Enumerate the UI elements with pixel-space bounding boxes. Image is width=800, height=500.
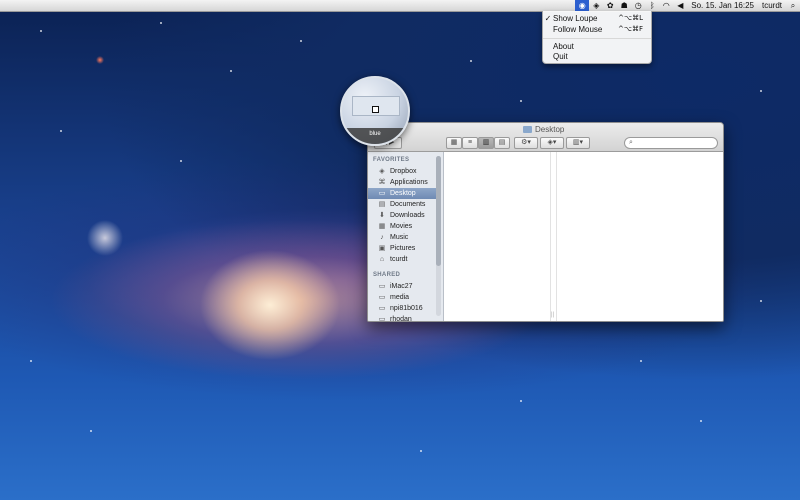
bluetooth-menu-extra[interactable]: ᛒ bbox=[645, 0, 659, 11]
sidebar-item-label: Documents bbox=[390, 201, 426, 208]
folder-icon bbox=[523, 126, 532, 133]
menu-item-show-loupe[interactable]: ✓ Show Loupe ^⌥⌘L bbox=[543, 13, 651, 23]
sidebar-item-label: rhodan bbox=[390, 316, 412, 322]
sidebar-item-label: npi81b016 bbox=[390, 305, 423, 312]
sidebar-item-label: iMac27 bbox=[390, 283, 413, 290]
sidebar-item-documents[interactable]: ▤ Documents bbox=[368, 199, 436, 210]
sidebar-item-rhodan[interactable]: ▭ rhodan bbox=[368, 314, 436, 322]
column-divider[interactable] bbox=[556, 152, 557, 321]
sidebar-item-label: Downloads bbox=[390, 212, 425, 219]
computer-icon: ▭ bbox=[378, 315, 386, 322]
search-input[interactable]: ⌕ bbox=[624, 137, 718, 149]
volume-icon: ◀ bbox=[677, 0, 684, 10]
action-menu-button[interactable]: ⚙▾ bbox=[514, 137, 538, 149]
computer-icon: ▭ bbox=[378, 282, 386, 290]
column-browser[interactable]: || bbox=[444, 152, 723, 321]
checkmark-icon: ✓ bbox=[544, 13, 552, 23]
movies-icon: ▦ bbox=[378, 222, 386, 230]
column-resize-handle[interactable]: || bbox=[551, 312, 554, 318]
sidebar-item-downloads[interactable]: ⬇ Downloads bbox=[368, 210, 436, 221]
spotlight-icon: ⌕ bbox=[790, 0, 796, 10]
loupe-dropdown-menu: ✓ Show Loupe ^⌥⌘L Follow Mouse ^⌥⌘F Abou… bbox=[542, 11, 652, 64]
downloads-icon: ⬇ bbox=[379, 211, 385, 219]
dropbox-menu-extra[interactable]: ◈ bbox=[589, 0, 603, 11]
paw-menu-extra[interactable]: ✿ bbox=[603, 0, 617, 11]
desktop-icon: ▭ bbox=[378, 189, 386, 197]
menu-item-label: Quit bbox=[553, 51, 568, 61]
home-icon: ⌂ bbox=[379, 255, 385, 263]
sidebar-item-label: Pictures bbox=[390, 245, 416, 252]
sidebar-item-label: Dropbox bbox=[390, 168, 417, 175]
sidebar-item-label: tcurdt bbox=[390, 256, 408, 263]
sidebar-item-imac27[interactable]: ▭ iMac27 bbox=[368, 281, 436, 292]
dropbox-icon: ◈ bbox=[593, 0, 600, 10]
sidebar-item-applications[interactable]: ⌘ Applications bbox=[368, 177, 436, 188]
computer-icon: ▭ bbox=[378, 293, 386, 301]
arrange-button[interactable]: ▥▾ bbox=[566, 137, 590, 149]
documents-icon: ▤ bbox=[378, 200, 386, 208]
menubar-clock[interactable]: So. 15. Jan 16:25 bbox=[687, 0, 758, 11]
sidebar-item-label: Desktop bbox=[390, 190, 416, 197]
sidebar-item-media[interactable]: ▭ media bbox=[368, 292, 436, 303]
window-title-text: Desktop bbox=[535, 125, 565, 134]
pictures-icon: ▣ bbox=[378, 244, 386, 252]
finder-sidebar: FAVORITES ◈ Dropbox ⌘ Applications ▭ Des… bbox=[368, 152, 444, 321]
time-machine-icon: ◷ bbox=[634, 0, 642, 10]
sidebar-header-favorites: FAVORITES bbox=[373, 157, 410, 163]
paw-icon: ✿ bbox=[606, 0, 614, 10]
menu-item-follow-mouse[interactable]: Follow Mouse ^⌥⌘F bbox=[543, 24, 651, 34]
sidebar-item-dropbox[interactable]: ◈ Dropbox bbox=[368, 166, 436, 177]
menu-item-shortcut: ^⌥⌘L bbox=[618, 14, 643, 22]
finder-titlebar[interactable]: Desktop ◀ ▶ ▦ ≡ ▥ ▤ ⚙▾ ◈▾ ▥▾ ⌕ bbox=[368, 123, 723, 152]
loupe-crosshair-icon bbox=[372, 106, 379, 113]
sidebar-item-npi81b016[interactable]: ▭ npi81b016 bbox=[368, 303, 436, 314]
sidebar-item-label: media bbox=[390, 294, 410, 301]
sidebar-item-pictures[interactable]: ▣ Pictures bbox=[368, 243, 436, 254]
column-view-button[interactable]: ▥ bbox=[478, 137, 494, 149]
coverflow-view-button[interactable]: ▤ bbox=[494, 137, 510, 149]
time-machine-menu-extra[interactable]: ◷ bbox=[631, 0, 645, 11]
sidebar-scrollbar[interactable] bbox=[436, 156, 441, 316]
computer-icon: ▭ bbox=[378, 304, 386, 312]
volume-menu-extra[interactable]: ◀ bbox=[673, 0, 687, 11]
list-view-button[interactable]: ≡ bbox=[462, 137, 478, 149]
menu-item-label: About bbox=[553, 41, 574, 51]
sidebar-item-movies[interactable]: ▦ Movies bbox=[368, 221, 436, 232]
menu-item-quit[interactable]: Quit bbox=[543, 51, 651, 61]
menu-item-label: Follow Mouse bbox=[553, 24, 603, 34]
loupe-menu-extra[interactable]: ◉ bbox=[575, 0, 590, 11]
alien-menu-extra[interactable]: ☗ bbox=[617, 0, 631, 11]
column-divider[interactable] bbox=[550, 152, 551, 321]
sidebar-scrollbar-thumb[interactable] bbox=[436, 156, 441, 266]
sidebar-item-label: Movies bbox=[390, 223, 413, 230]
applications-icon: ⌘ bbox=[378, 178, 386, 186]
spotlight-menu-extra[interactable]: ⌕ bbox=[786, 0, 800, 11]
dropbox-toolbar-button[interactable]: ◈▾ bbox=[540, 137, 564, 149]
loupe-app-icon: ◉ bbox=[578, 0, 586, 10]
icon-view-button[interactable]: ▦ bbox=[446, 137, 462, 149]
dropbox-icon: ◈ bbox=[379, 167, 385, 175]
sidebar-item-label: Music bbox=[390, 234, 409, 241]
wifi-icon: ◠ bbox=[662, 0, 670, 10]
alien-icon: ☗ bbox=[620, 0, 628, 10]
search-icon: ⌕ bbox=[629, 139, 633, 146]
window-title: Desktop bbox=[523, 125, 564, 134]
sidebar-header-shared: SHARED bbox=[373, 272, 401, 278]
menu-item-about[interactable]: About bbox=[543, 41, 651, 51]
sidebar-item-desktop[interactable]: ▭ Desktop bbox=[368, 188, 436, 199]
bluetooth-icon: ᛒ bbox=[649, 0, 655, 10]
menu-item-shortcut: ^⌥⌘F bbox=[618, 25, 643, 33]
finder-window: Desktop ◀ ▶ ▦ ≡ ▥ ▤ ⚙▾ ◈▾ ▥▾ ⌕ FAVORITES… bbox=[367, 122, 724, 322]
sidebar-item-home[interactable]: ⌂ tcurdt bbox=[368, 254, 436, 265]
music-icon: ♪ bbox=[380, 233, 384, 241]
wifi-menu-extra[interactable]: ◠ bbox=[659, 0, 673, 11]
menu-item-label: Show Loupe bbox=[553, 13, 598, 23]
sidebar-item-label: Applications bbox=[390, 179, 428, 186]
loupe-color-label: blue bbox=[342, 128, 408, 144]
loupe-magnifier[interactable]: blue bbox=[340, 76, 410, 146]
menu-bar: ◉ ◈ ✿ ☗ ◷ ᛒ ◠ ◀ So. 15. Jan 16:25 tcurdt… bbox=[0, 0, 800, 12]
menu-separator bbox=[543, 38, 651, 39]
sidebar-item-music[interactable]: ♪ Music bbox=[368, 232, 436, 243]
menubar-user[interactable]: tcurdt bbox=[758, 0, 786, 11]
